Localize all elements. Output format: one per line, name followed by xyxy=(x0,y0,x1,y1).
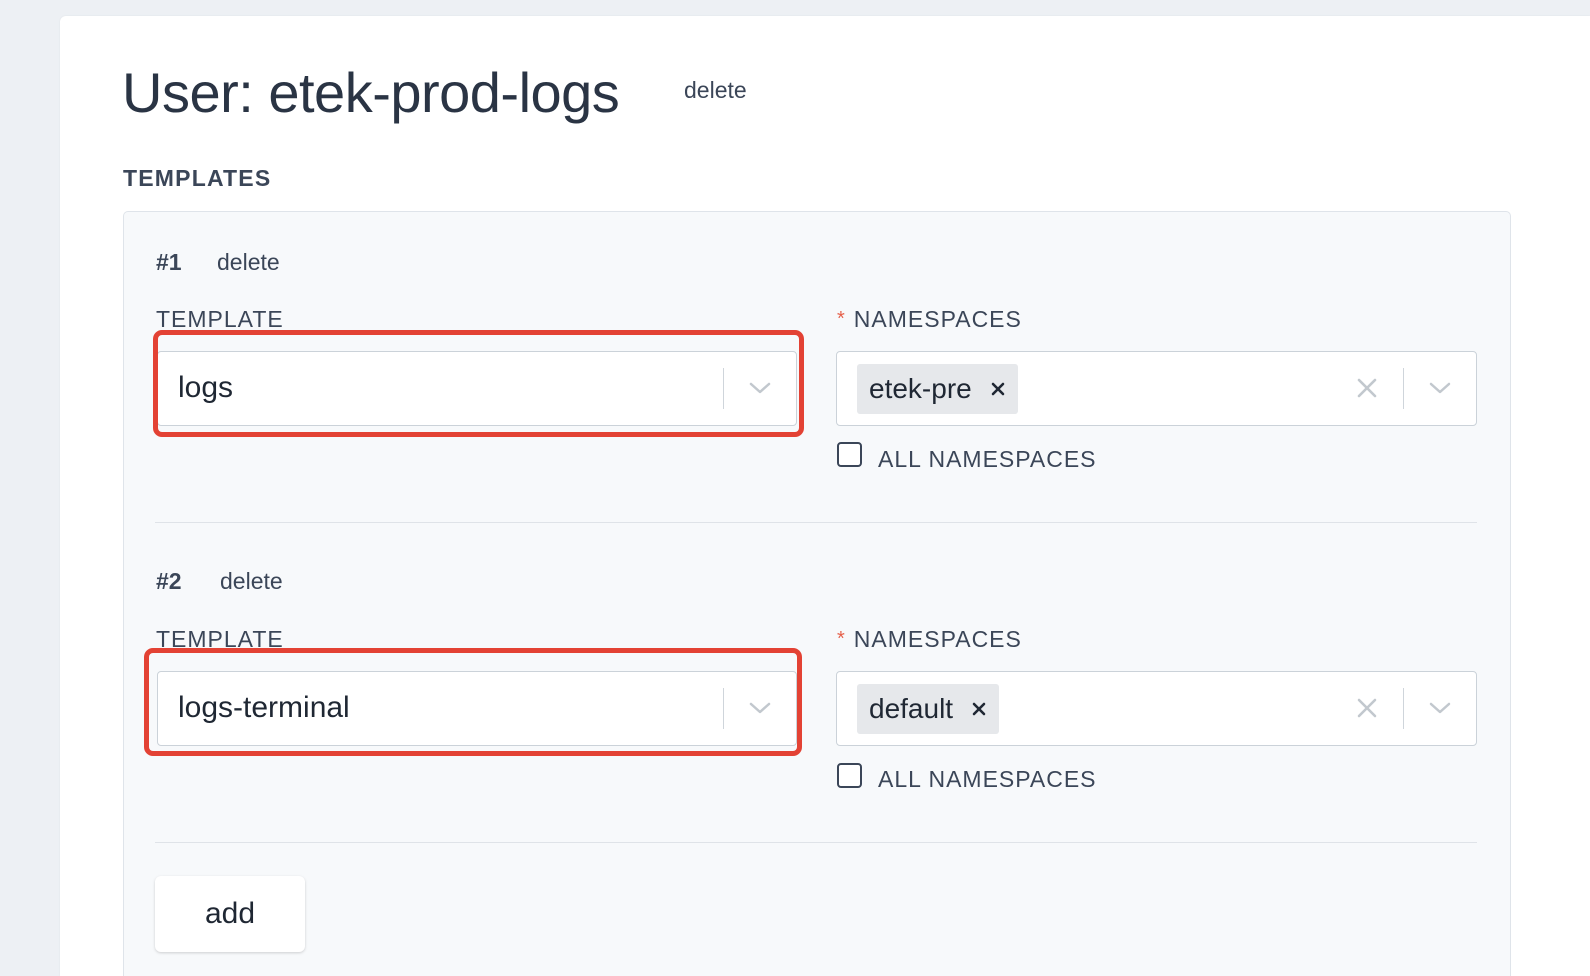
chevron-down-icon[interactable] xyxy=(1428,378,1452,398)
template-select-value: logs xyxy=(178,371,234,404)
page-title: User: etek-prod-logs xyxy=(122,61,620,124)
entry-divider xyxy=(155,522,1477,523)
template-label: TEMPLATE xyxy=(156,626,284,652)
select-separator xyxy=(1403,688,1404,729)
chevron-down-icon[interactable] xyxy=(1428,698,1452,718)
namespaces-label-text: NAMESPACES xyxy=(853,626,1022,652)
entry-number: #2 xyxy=(156,568,182,594)
select-separator xyxy=(723,368,724,409)
select-separator xyxy=(1403,368,1404,409)
clear-icon[interactable] xyxy=(1355,376,1379,400)
namespace-tag: etek-pre xyxy=(857,364,1018,414)
add-template-button[interactable]: add xyxy=(155,876,305,952)
all-namespaces-label: ALL NAMESPACES xyxy=(878,766,1097,792)
chevron-down-icon[interactable] xyxy=(748,378,772,398)
namespaces-label-text: NAMESPACES xyxy=(853,306,1022,332)
chevron-down-icon[interactable] xyxy=(748,698,772,718)
all-namespaces-checkbox-2[interactable] xyxy=(837,763,862,788)
delete-user-link[interactable]: delete xyxy=(684,77,747,104)
remove-tag-icon[interactable] xyxy=(990,381,1006,397)
template-select-value: logs-terminal xyxy=(178,691,350,724)
template-label: TEMPLATE xyxy=(156,306,284,332)
select-separator xyxy=(723,688,724,729)
namespaces-select-1[interactable]: etek-pre xyxy=(836,351,1477,426)
required-marker: * xyxy=(837,628,846,650)
delete-entry-2-link[interactable]: delete xyxy=(220,568,283,595)
delete-entry-1-link[interactable]: delete xyxy=(217,249,280,276)
required-marker: * xyxy=(837,308,846,330)
template-select-1[interactable]: logs xyxy=(157,351,797,426)
remove-tag-icon[interactable] xyxy=(971,701,987,717)
templates-heading: TEMPLATES xyxy=(123,165,272,191)
namespaces-label: * NAMESPACES xyxy=(837,306,1022,333)
namespaces-select-2[interactable]: default xyxy=(836,671,1477,746)
namespace-tag-label: etek-pre xyxy=(869,373,972,404)
namespaces-label: * NAMESPACES xyxy=(837,626,1022,653)
template-select-2[interactable]: logs-terminal xyxy=(157,671,797,746)
namespace-tag-label: default xyxy=(869,693,954,724)
clear-icon[interactable] xyxy=(1355,696,1379,720)
entry-number: #1 xyxy=(156,249,182,275)
all-namespaces-label: ALL NAMESPACES xyxy=(878,446,1097,472)
all-namespaces-checkbox-1[interactable] xyxy=(837,442,862,467)
entry-divider xyxy=(155,842,1477,843)
templates-panel xyxy=(123,211,1511,976)
namespace-tag: default xyxy=(857,684,1000,734)
